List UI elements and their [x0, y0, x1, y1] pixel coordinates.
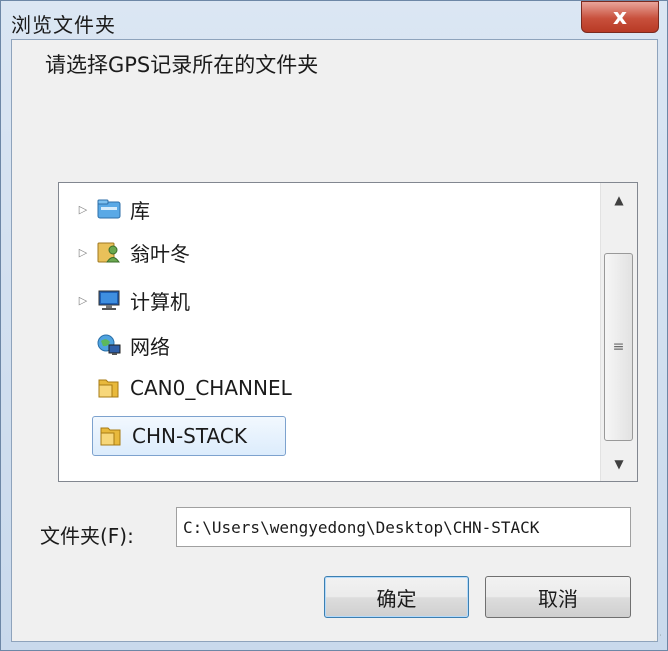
tree-item-label: 翁叶冬 — [130, 241, 190, 266]
tree-item-network[interactable]: 网络 — [59, 328, 259, 362]
folder-field-label: 文件夹(F): — [40, 524, 134, 548]
tree-item-chn-stack[interactable]: CHN-STACK — [92, 416, 286, 456]
scroll-up-icon[interactable]: ▲ — [601, 183, 637, 217]
ok-button[interactable]: 确定 — [324, 576, 469, 618]
window-title: 浏览文件夹 — [11, 13, 116, 37]
tree-item-library[interactable]: ▷ 库 — [59, 192, 259, 226]
tree-item-can0-channel[interactable]: CAN0_CHANNEL — [59, 371, 349, 405]
tree-item-computer[interactable]: ▷ 计算机 — [59, 283, 259, 317]
user-folder-icon — [96, 240, 122, 264]
close-icon: x — [612, 4, 628, 30]
network-icon — [96, 333, 122, 357]
tree-item-label: 库 — [130, 198, 150, 223]
tree-item-user[interactable]: ▷ 翁叶冬 — [59, 235, 259, 269]
vertical-scrollbar[interactable]: ▲ ≡ ▼ — [600, 183, 637, 481]
folder-tree[interactable]: ▷ 库 ▷ 翁叶冬 ▷ 计算机 网络 CAN0_CHANNEL CHN-STAC… — [58, 182, 638, 482]
browse-folder-dialog: 浏览文件夹 x 请选择GPS记录所在的文件夹 ▷ 库 ▷ 翁叶冬 ▷ 计算机 网… — [0, 0, 668, 651]
dialog-prompt: 请选择GPS记录所在的文件夹 — [45, 53, 319, 77]
tree-item-label: CAN0_CHANNEL — [130, 376, 292, 400]
computer-icon — [96, 288, 122, 312]
close-button[interactable]: x — [581, 1, 659, 33]
cancel-button[interactable]: 取消 — [485, 576, 631, 618]
title-bar[interactable]: 浏览文件夹 x — [1, 1, 668, 39]
folder-icon — [98, 424, 124, 448]
tree-item-label: 计算机 — [130, 289, 190, 314]
folder-icon — [96, 376, 122, 400]
scroll-thumb[interactable]: ≡ — [604, 253, 633, 441]
tree-item-label: 网络 — [130, 334, 170, 359]
folder-path-input[interactable] — [176, 507, 631, 547]
library-icon — [96, 197, 122, 221]
scroll-down-icon[interactable]: ▼ — [601, 447, 637, 481]
resize-grip-icon[interactable]: ⋰ — [653, 634, 662, 644]
expand-arrow-icon[interactable]: ▷ — [76, 294, 90, 307]
expand-arrow-icon[interactable]: ▷ — [76, 246, 90, 259]
tree-item-label: CHN-STACK — [132, 424, 247, 448]
expand-arrow-icon[interactable]: ▷ — [76, 203, 90, 216]
